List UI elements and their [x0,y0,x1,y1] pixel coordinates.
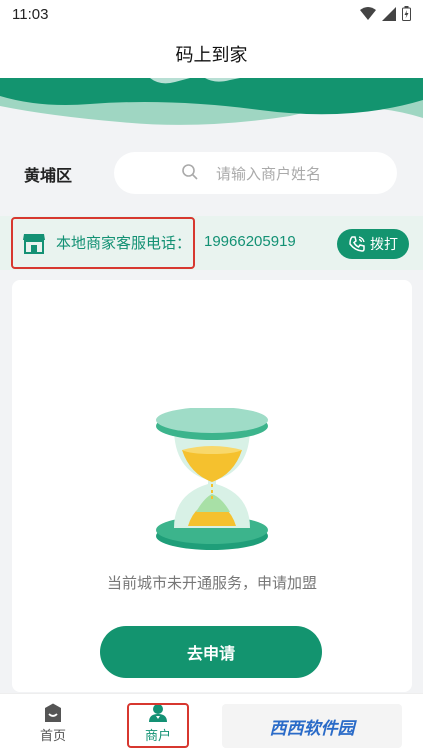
wave-banner-graphic [0,78,423,130]
content-card: 当前城市未开通服务，申请加盟 去申请 [12,280,412,692]
watermark-logo: 西西软件园 [222,704,402,748]
wifi-icon [360,6,376,20]
tab-home-label: 首页 [39,729,66,744]
apply-button[interactable]: 去申请 [100,626,322,678]
hourglass-icon [156,408,268,550]
watermark-text: 西西软件园 [269,718,355,739]
search-icon [182,164,198,180]
hotline-number: 19966205919 [204,233,296,250]
status-icons [360,6,411,21]
search-row: 黄埔区 请输入商户姓名 [0,148,423,198]
hotline-highlight-box [11,217,195,269]
search-placeholder: 请输入商户姓名 [216,164,322,183]
search-input[interactable]: 请输入商户姓名 [114,152,397,194]
status-time: 11:03 [12,6,49,23]
empty-state-message: 当前城市未开通服务，申请加盟 [106,574,317,592]
battery-icon [402,6,411,21]
home-icon [45,703,61,722]
phone-icon [349,236,365,252]
district-selector[interactable]: 黄埔区 [24,162,72,186]
tab-home[interactable]: 首页 [13,694,93,752]
tab-highlight-box [127,703,189,748]
signal-icon [382,6,396,21]
status-bar: 11:03 [0,0,423,30]
title-bar: 码上到家 [0,30,423,78]
call-button-label: 拨打 [370,237,398,253]
wave-banner [0,78,423,130]
call-button[interactable]: 拨打 [337,229,409,259]
page-title: 码上到家 [175,45,248,66]
